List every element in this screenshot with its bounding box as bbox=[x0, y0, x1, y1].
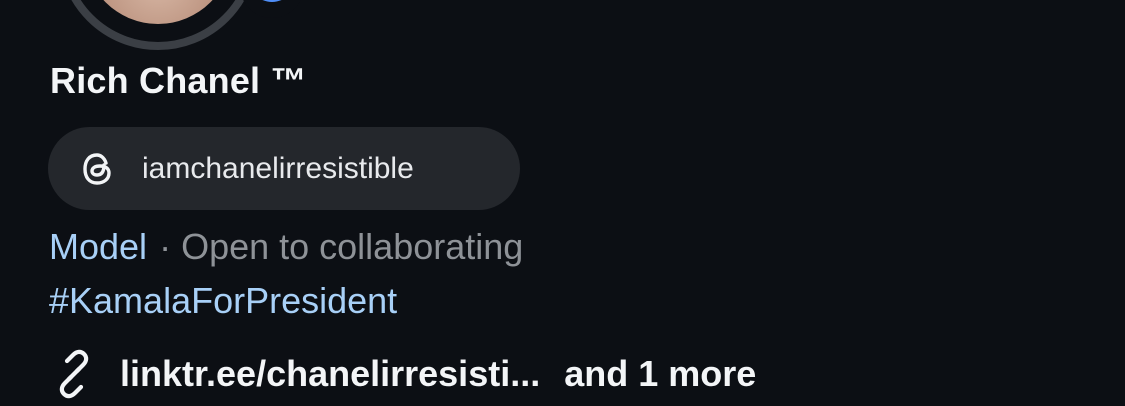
profile-name: Rich Chanel ™ bbox=[50, 60, 307, 101]
category-line: Model · Open to collaborating bbox=[49, 226, 523, 268]
category-link[interactable]: Model bbox=[49, 226, 147, 267]
threads-handle: iamchanelirresistible bbox=[142, 151, 414, 185]
link-more[interactable]: and 1 more bbox=[564, 353, 756, 395]
add-story-badge[interactable] bbox=[240, 0, 304, 18]
threads-profile-button[interactable]: iamchanelirresistible bbox=[48, 127, 520, 210]
status-text: Open to collaborating bbox=[181, 226, 524, 267]
separator: · bbox=[159, 226, 172, 267]
add-badge-icon bbox=[248, 0, 296, 2]
link-url[interactable]: linktr.ee/chanelirresisti... bbox=[120, 353, 540, 395]
external-links-row[interactable]: linktr.ee/chanelirresisti... and 1 more bbox=[48, 348, 756, 400]
hashtag-link[interactable]: #KamalaForPresident bbox=[49, 280, 397, 322]
link-icon bbox=[48, 348, 100, 400]
avatar[interactable] bbox=[58, 0, 258, 50]
threads-icon bbox=[76, 147, 120, 191]
avatar-image bbox=[84, 0, 232, 24]
